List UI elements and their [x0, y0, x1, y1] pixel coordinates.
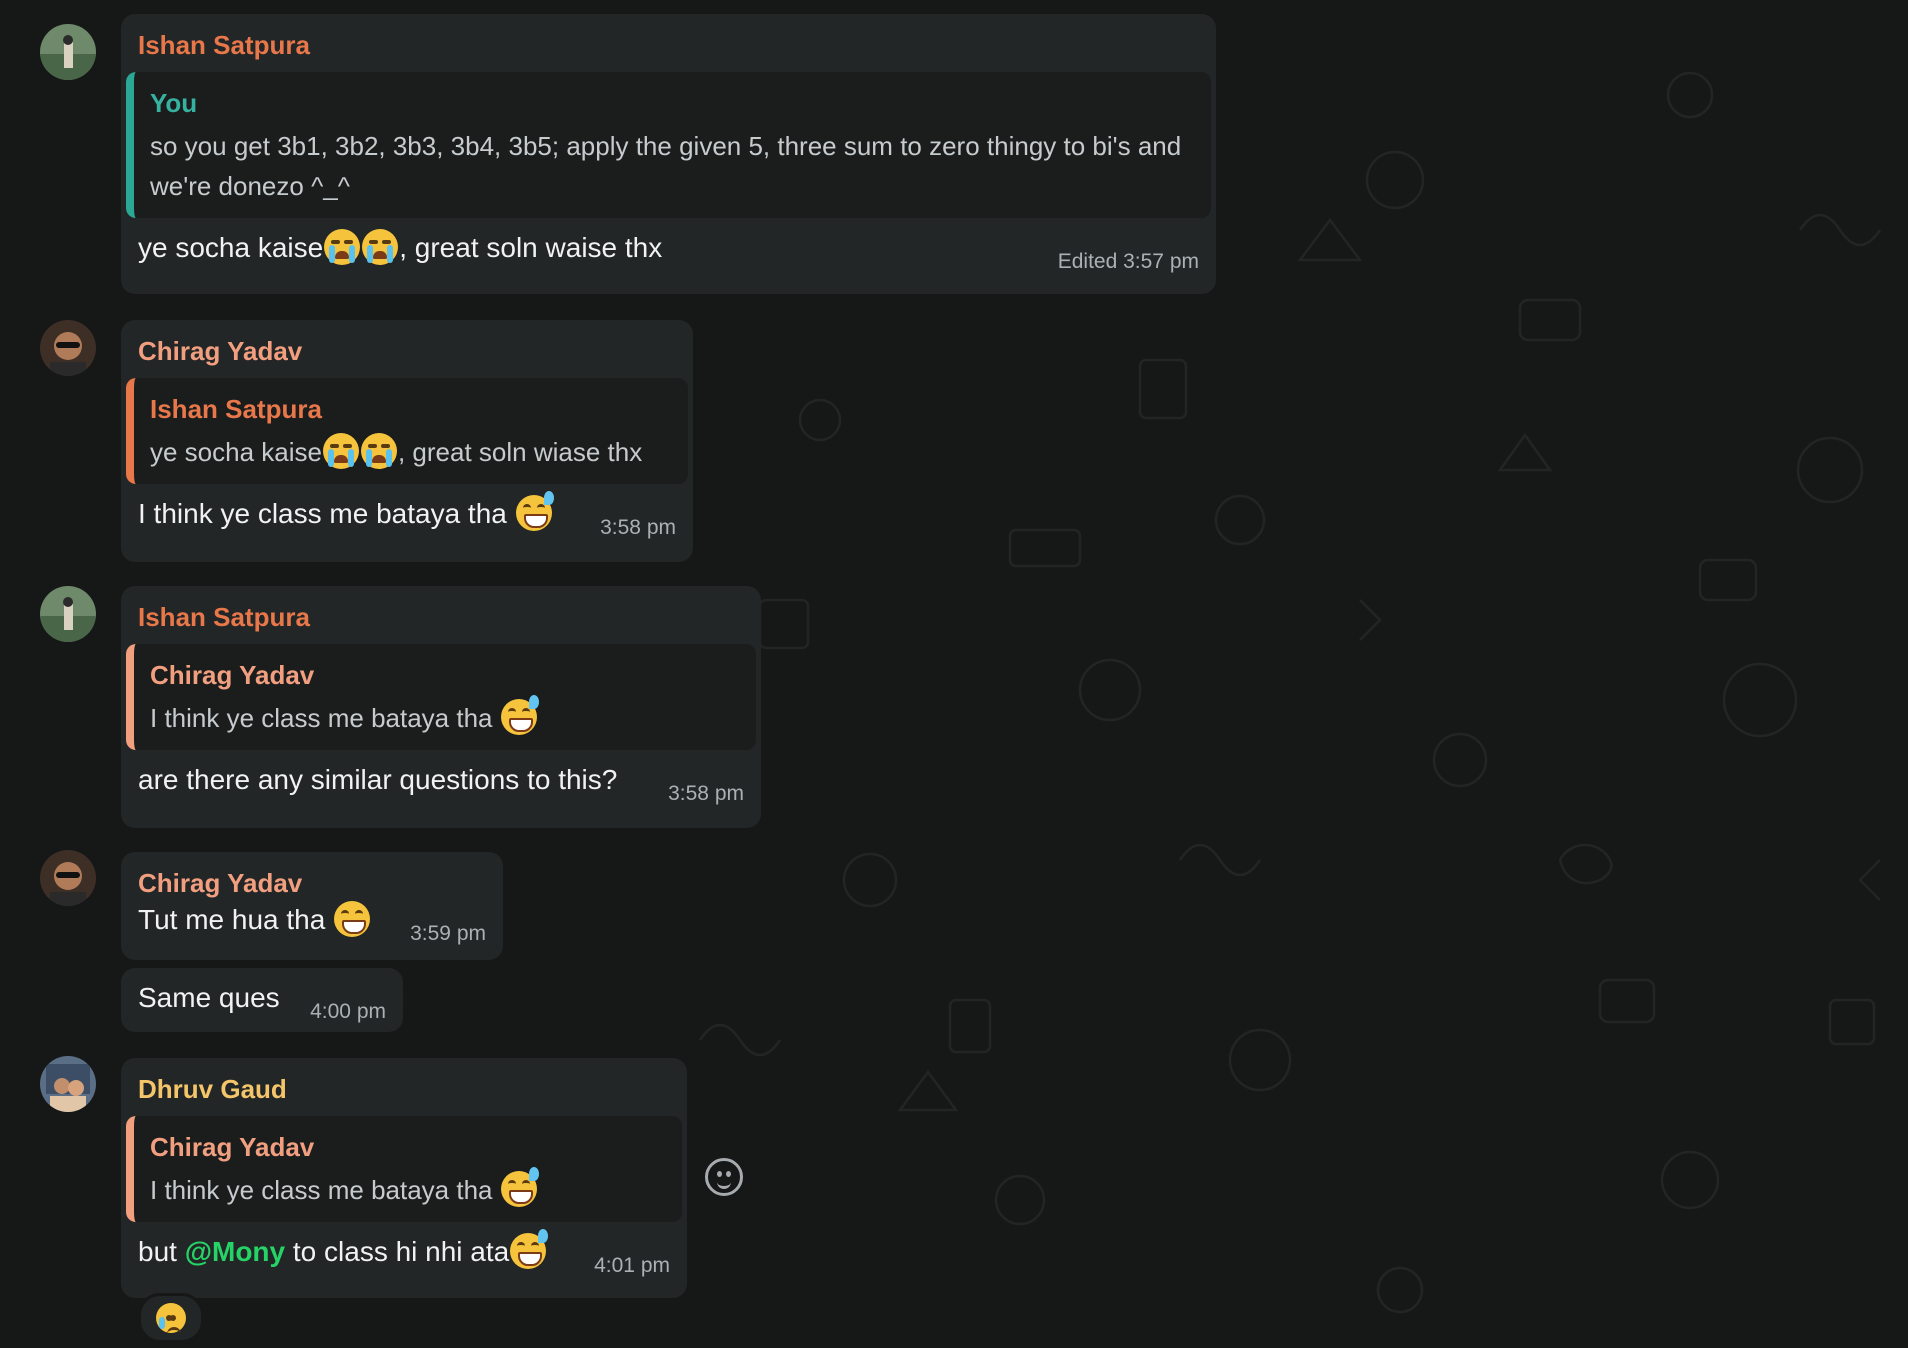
quoted-reply[interactable]: You so you get 3b1, 3b2, 3b3, 3b4, 3b5; … — [126, 72, 1211, 218]
quoted-text-part: I think ye class me bataya tha — [150, 1175, 500, 1205]
quoted-text: so you get 3b1, 3b2, 3b3, 3b4, 3b5; appl… — [150, 131, 1182, 201]
message-timestamp: Edited 3:57 pm — [1057, 250, 1199, 273]
message-text-part: to class hi nhi ata — [285, 1236, 510, 1267]
quoted-sender: Chirag Yadav — [150, 1132, 315, 1162]
quoted-sender: Ishan Satpura — [150, 394, 322, 424]
message-bubble[interactable]: 4:00 pm Same ques — [121, 968, 403, 1032]
message-timestamp: 3:58 pm — [600, 516, 676, 539]
message-text-part: but — [138, 1236, 185, 1267]
quoted-text-part: I think ye class me bataya tha — [150, 703, 500, 733]
crying-face-icon — [322, 433, 359, 469]
message-text-part: ye socha kaise — [138, 232, 324, 263]
crying-face-icon — [360, 433, 397, 469]
sender-name[interactable]: Chirag Yadav — [138, 866, 486, 900]
avatar-ishan-satpura[interactable] — [40, 586, 96, 642]
message-bubble[interactable]: Chirag Yadav 3:59 pm Tut me hua tha — [121, 852, 503, 960]
grinning-sweat-icon — [515, 491, 554, 531]
quoted-text-part: ye socha kaise — [150, 437, 322, 467]
message-bubble[interactable]: Chirag Yadav Ishan Satpura ye socha kais… — [121, 320, 693, 562]
sender-name[interactable]: Ishan Satpura — [138, 600, 744, 634]
sender-name[interactable]: Ishan Satpura — [138, 28, 1199, 62]
message-timestamp: 4:00 pm — [310, 1000, 386, 1023]
message-timestamp: 3:58 pm — [668, 782, 744, 805]
quoted-reply[interactable]: Chirag Yadav I think ye class me bataya … — [126, 1116, 682, 1222]
crying-face-icon — [324, 229, 361, 265]
avatar-chirag-yadav[interactable] — [40, 850, 96, 906]
avatar-dhruv-gaud[interactable] — [40, 1056, 96, 1112]
quoted-reply[interactable]: Chirag Yadav I think ye class me bataya … — [126, 644, 756, 750]
message-text-part: , great soln waise thx — [399, 232, 663, 263]
message-text: 3:58 pm are there any similar questions … — [138, 760, 744, 805]
message-text: 4:00 pm Same ques — [138, 978, 386, 1023]
message-reaction[interactable] — [138, 1293, 204, 1343]
message-text-part: are there any similar questions to this? — [138, 764, 618, 795]
crying-face-icon — [156, 1303, 186, 1333]
message-text: 4:01 pm but @Mony to class hi nhi ata — [138, 1229, 670, 1277]
grinning-sweat-icon — [500, 695, 539, 735]
sender-name[interactable]: Dhruv Gaud — [138, 1072, 670, 1106]
quoted-sender: Chirag Yadav — [150, 660, 315, 690]
message-text: 3:58 pm I think ye class me bataya tha — [138, 491, 676, 539]
message-text-part: Same ques — [138, 982, 280, 1013]
message-bubble[interactable]: Ishan Satpura Chirag Yadav I think ye cl… — [121, 586, 761, 828]
quoted-reply[interactable]: Ishan Satpura ye socha kaise , great soln… — [126, 378, 688, 484]
quoted-text: ye socha kaise , great soln wiase thx — [150, 432, 674, 472]
quoted-sender: You — [150, 88, 198, 118]
quoted-text: I think ye class me bataya tha — [150, 695, 742, 738]
beaming-face-icon — [334, 901, 371, 937]
smiley-icon[interactable] — [705, 1158, 743, 1196]
message-bubble[interactable]: Dhruv Gaud Chirag Yadav I think ye class… — [121, 1058, 687, 1298]
avatar-ishan-satpura[interactable] — [40, 24, 96, 80]
mention-link[interactable]: @Mony — [185, 1236, 285, 1267]
message-timestamp: 4:01 pm — [594, 1254, 670, 1277]
quoted-text-part: , great soln wiase thx — [397, 437, 643, 467]
grinning-sweat-icon — [500, 1167, 539, 1207]
message-text-part: I think ye class me bataya tha — [138, 498, 515, 529]
message-bubble[interactable]: Ishan Satpura You so you get 3b1, 3b2, 3… — [121, 14, 1216, 294]
crying-face-icon — [362, 229, 399, 265]
grinning-sweat-icon — [510, 1229, 549, 1269]
message-text: 3:59 pm Tut me hua tha — [138, 900, 486, 945]
quoted-text: I think ye class me bataya tha — [150, 1167, 668, 1210]
avatar-chirag-yadav[interactable] — [40, 320, 96, 376]
sender-name[interactable]: Chirag Yadav — [138, 334, 676, 368]
message-text-part: Tut me hua tha — [138, 904, 334, 935]
message-timestamp: 3:59 pm — [410, 922, 486, 945]
message-text: Edited 3:57 pm ye socha kaise , great sol… — [138, 228, 1199, 273]
